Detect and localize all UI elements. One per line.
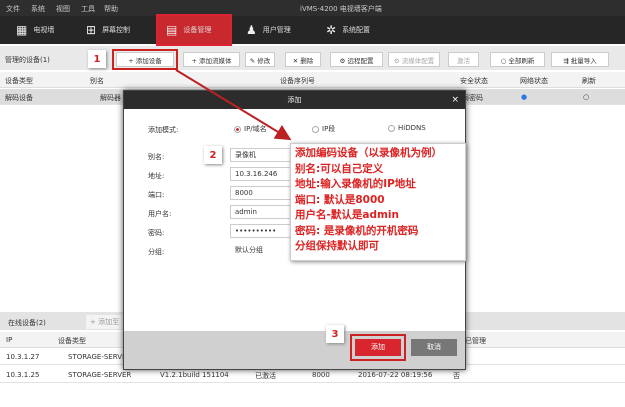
annotation-arrow <box>175 69 292 141</box>
